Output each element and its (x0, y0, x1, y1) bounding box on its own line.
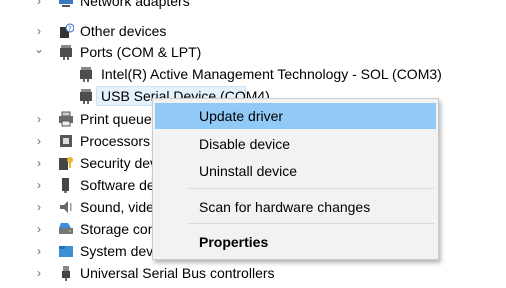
menu-item-scan-hardware[interactable]: Scan for hardware changes (155, 194, 436, 220)
menu-item-disable-device[interactable]: Disable device (155, 131, 436, 157)
chevron-right-icon[interactable]: › (32, 130, 46, 152)
network-icon (58, 0, 74, 9)
chevron-right-icon[interactable]: › (32, 174, 46, 196)
tree-item-label: Universal Serial Bus controllers (80, 265, 275, 281)
usb-icon (58, 265, 74, 281)
tree-item-label: Processors (80, 133, 151, 149)
chevron-right-icon[interactable]: › (32, 240, 46, 262)
tree-item-label: Print queues (80, 111, 159, 127)
chevron-right-icon[interactable]: › (32, 0, 46, 12)
software-icon (58, 177, 74, 193)
menu-item-update-driver[interactable]: Update driver (155, 103, 436, 129)
tree-item-label: Network adapters (80, 0, 190, 9)
chevron-down-icon[interactable]: ⌄ (32, 38, 46, 60)
menu-item-uninstall-device[interactable]: Uninstall device (155, 158, 436, 184)
chevron-right-icon[interactable]: › (32, 262, 46, 284)
port-icon (78, 66, 94, 82)
security-icon (58, 155, 74, 171)
storage-icon (58, 221, 74, 237)
context-menu: Update driver Disable device Uninstall d… (152, 98, 439, 260)
port-icon (78, 88, 94, 104)
chevron-right-icon[interactable]: › (32, 108, 46, 130)
tree-item-label: Ports (COM & LPT) (80, 44, 202, 60)
menu-separator (189, 188, 434, 189)
unknown-device-icon: ? (58, 23, 75, 39)
tree-item-label: Intel(R) Active Management Technology - … (101, 66, 442, 82)
processor-icon (58, 133, 74, 149)
chevron-right-icon[interactable]: › (32, 218, 46, 240)
menu-item-properties[interactable]: Properties (155, 229, 436, 255)
chevron-right-icon[interactable]: › (32, 152, 46, 174)
printer-icon (58, 111, 74, 127)
tree-item-label: Other devices (80, 23, 167, 39)
folder-icon (58, 243, 74, 259)
speaker-icon (58, 199, 74, 215)
port-icon (58, 44, 74, 60)
chevron-right-icon[interactable]: › (32, 196, 46, 218)
menu-separator (189, 223, 434, 224)
svg-text:?: ? (68, 25, 72, 33)
